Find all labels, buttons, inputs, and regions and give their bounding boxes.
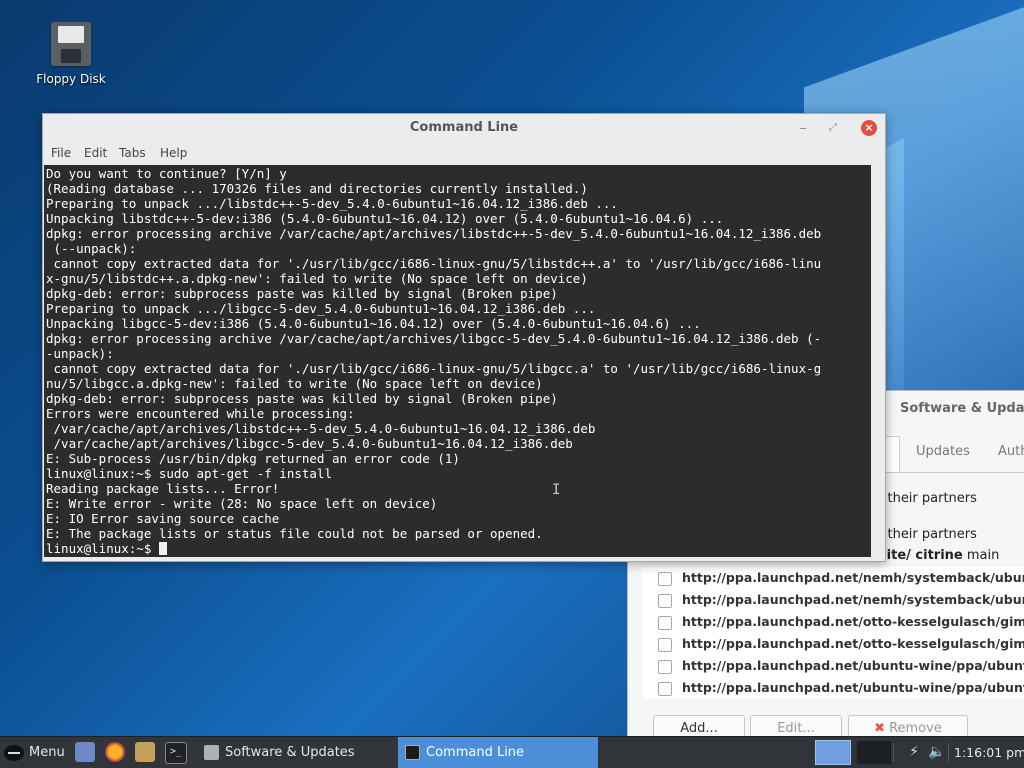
source-url: http://ppa.launchpad.net/ubuntu-wine/ppa… (682, 680, 1024, 695)
remove-label: Remove (889, 721, 942, 736)
taskbar-item-command-line[interactable]: Command Line (398, 737, 598, 768)
firefox-icon[interactable] (105, 742, 125, 762)
show-desktop-icon[interactable] (75, 742, 95, 762)
terminal-cursor (158, 542, 167, 555)
tab-authentication[interactable]: Auth (998, 444, 1024, 459)
window-title: Command Line (409, 120, 519, 135)
source-url: http://ppa.launchpad.net/nemh/systemback… (682, 570, 1024, 585)
source-url: http://ppa.launchpad.net/otto-kesselgula… (682, 614, 1024, 629)
list-item[interactable]: http://ppa.launchpad.net/nemh/systemback… (642, 567, 1024, 589)
terminal-icon (405, 745, 420, 760)
partner-text: r their partners (878, 527, 977, 542)
workspace-2[interactable] (856, 740, 892, 765)
menu-help[interactable]: Help (160, 146, 187, 160)
file-manager-icon[interactable] (135, 742, 155, 762)
list-item[interactable]: http://ppa.launchpad.net/ubuntu-wine/ppa… (642, 677, 1024, 699)
partner-text: r their partners (878, 491, 977, 506)
terminal-output[interactable]: Do you want to continue? [Y/n] y (Readin… (44, 165, 871, 557)
command-line-window: Command Line ‒ ⤢ × File Edit Tabs Help D… (42, 113, 886, 562)
source-checkbox[interactable] (658, 616, 672, 630)
source-fragment: tlite/ citrine main (876, 548, 999, 563)
tab-bar: Updates Auth (886, 436, 1024, 473)
tray-separator (948, 743, 949, 762)
tab-updates[interactable]: Updates (916, 444, 970, 459)
source-checkbox[interactable] (658, 594, 672, 608)
source-fragment-component: main (962, 548, 1000, 563)
task-label: Software & Updates (225, 745, 355, 760)
terminal-text: Do you want to continue? [Y/n] y (Readin… (46, 166, 822, 556)
menu-tabs[interactable]: Tabs (119, 146, 146, 160)
maximize-button[interactable]: ⤢ (825, 120, 841, 136)
source-fragment-name: tlite/ citrine (876, 548, 963, 563)
window-title: Software & Updat (900, 401, 1024, 416)
scrollbar[interactable] (875, 165, 883, 557)
desktop-icon-floppy-disk[interactable]: Floppy Disk (30, 22, 112, 86)
software-updates-icon (204, 745, 219, 760)
list-item[interactable]: http://ppa.launchpad.net/ubuntu-wine/ppa… (642, 655, 1024, 677)
floppy-disk-icon (51, 22, 91, 66)
terminal-icon[interactable]: >_ (165, 742, 187, 764)
close-button[interactable]: × (861, 120, 877, 136)
list-item[interactable]: http://ppa.launchpad.net/otto-kesselgula… (642, 611, 1024, 633)
source-url: http://ppa.launchpad.net/ubuntu-wine/ppa… (682, 658, 1024, 673)
taskbar-item-software-updates[interactable]: Software & Updates (197, 737, 397, 768)
menu-file[interactable]: File (51, 146, 71, 160)
taskbar: Menu >_ Software & Updates Command Line … (0, 736, 1024, 768)
title-bar[interactable]: Command Line ‒ ⤢ × (43, 114, 885, 141)
list-item[interactable]: http://ppa.launchpad.net/nemh/systemback… (642, 589, 1024, 611)
task-label: Command Line (426, 745, 525, 760)
network-icon[interactable]: ⚡ (906, 744, 922, 760)
source-checkbox[interactable] (658, 638, 672, 652)
source-url: http://ppa.launchpad.net/otto-kesselgula… (682, 636, 1024, 651)
minimize-button[interactable]: ‒ (795, 120, 811, 136)
menu-logo-icon (4, 744, 24, 761)
shell-prompt: linux@linux:~$ (46, 541, 159, 556)
list-item[interactable]: http://ppa.launchpad.net/otto-kesselgula… (642, 633, 1024, 655)
start-menu-button[interactable]: Menu (4, 741, 65, 765)
source-url: http://ppa.launchpad.net/nemh/systemback… (682, 592, 1024, 607)
text-cursor-icon: I (552, 482, 561, 498)
source-checkbox[interactable] (658, 660, 672, 674)
desktop-icon-label: Floppy Disk (36, 72, 106, 86)
source-checkbox[interactable] (658, 572, 672, 586)
menu-bar: File Edit Tabs Help (43, 142, 885, 164)
menu-edit[interactable]: Edit (84, 146, 107, 160)
source-checkbox[interactable] (658, 682, 672, 696)
sources-list: http://ppa.launchpad.net/nemh/systemback… (642, 567, 1024, 699)
volume-icon[interactable]: 🔈 (928, 744, 945, 760)
clock[interactable]: 1:16:01 pm (954, 737, 1024, 768)
tray-separator (893, 743, 894, 762)
remove-icon: ✖ (874, 721, 886, 736)
workspace-1[interactable] (815, 740, 851, 765)
menu-label: Menu (29, 745, 65, 760)
